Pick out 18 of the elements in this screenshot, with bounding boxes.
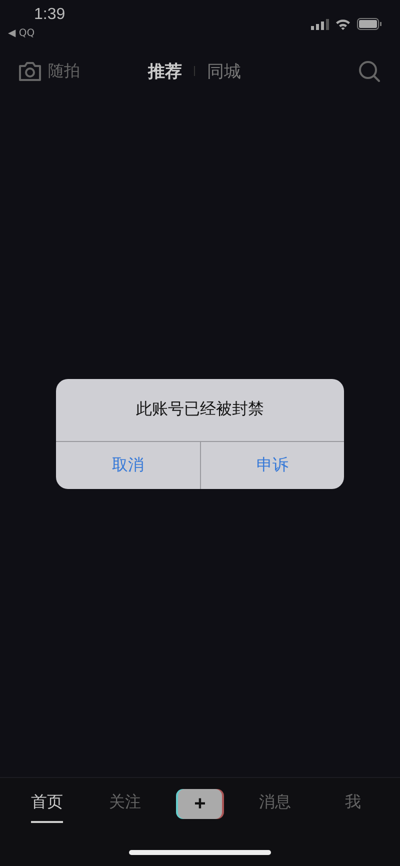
nav-tab[interactable]: 我 bbox=[345, 786, 361, 822]
dialog-button[interactable]: 申诉 bbox=[200, 442, 344, 488]
status-time: 1:39 bbox=[34, 6, 66, 24]
camera-icon[interactable] bbox=[18, 60, 42, 82]
wifi-icon bbox=[335, 18, 351, 30]
nav-tab[interactable]: 关注 bbox=[109, 786, 141, 822]
alert-message: 此账号已经被封禁 bbox=[135, 398, 265, 420]
battery-icon bbox=[357, 18, 382, 30]
back-to-app-link[interactable]: ◀ QQ bbox=[8, 28, 66, 39]
camera-label[interactable]: 随拍 bbox=[48, 60, 80, 82]
feed-tab[interactable]: 同城 bbox=[207, 60, 241, 82]
nav-tab[interactable]: 首页 bbox=[31, 786, 63, 822]
create-button[interactable]: + bbox=[178, 789, 222, 819]
search-icon[interactable] bbox=[358, 60, 380, 82]
signal-icon bbox=[311, 18, 329, 30]
nav-tab[interactable]: 消息 bbox=[259, 786, 291, 822]
dialog-button[interactable]: 取消 bbox=[56, 442, 200, 488]
feed-tab[interactable]: 推荐 bbox=[148, 60, 182, 82]
